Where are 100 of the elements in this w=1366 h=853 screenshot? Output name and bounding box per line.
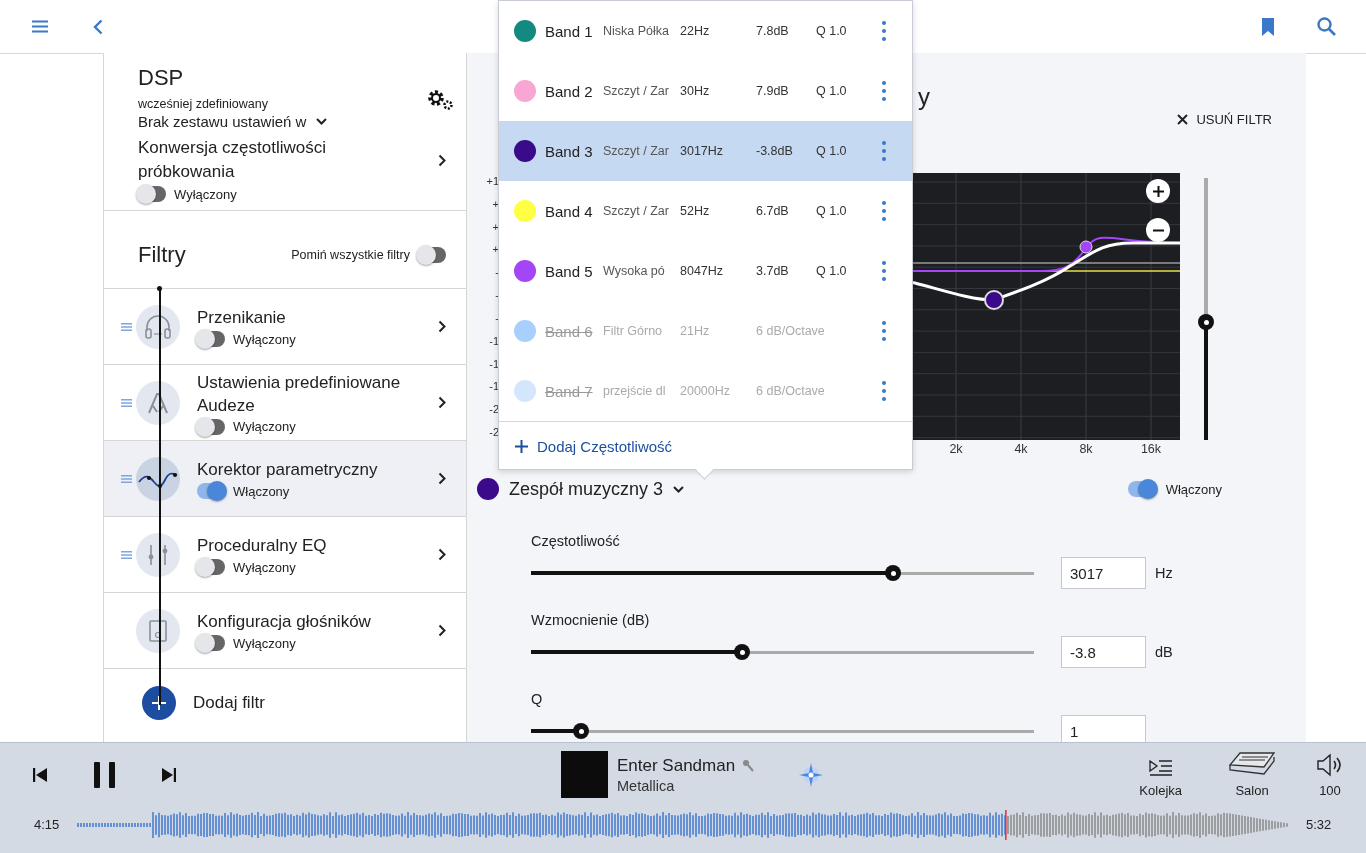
band-gain: 7.9dB [756,84,790,98]
band-name: Band 1 [545,22,594,40]
status-text: Wyłączony [233,419,296,434]
band-selector[interactable]: Zespół muzyczny 3 [477,478,685,500]
chevron-right-icon[interactable] [438,396,446,409]
toggle-switch[interactable] [197,483,225,499]
previous-button[interactable] [33,767,47,782]
search-icon[interactable] [1317,17,1336,36]
filter-icon [136,456,180,501]
band-row[interactable]: Band 2 Szczyt / Zar 30Hz 7.9dB Q 1.0 [499,61,912,121]
status-text: Włączony [1165,481,1222,497]
slider-thumb[interactable] [885,565,902,581]
remove-filter-button[interactable]: USUŃ FILTR [1175,110,1274,129]
status-text: Włączony [233,483,290,499]
toggle-switch[interactable] [197,331,225,347]
toggle-switch[interactable] [418,246,446,263]
band-gain: 6 dB/Octave [756,384,826,398]
chevron-right-icon[interactable] [438,320,446,333]
chevron-right-icon[interactable] [438,472,446,485]
drag-handle-icon[interactable] [121,550,132,559]
filter-item[interactable]: Konfiguracja głośników Wyłączony [104,593,466,669]
band-handle[interactable] [1079,240,1093,254]
band-q: Q 1.0 [816,204,848,218]
filter-icon [136,608,180,653]
zone-button[interactable]: Salon [1228,751,1276,798]
band-name: Band 2 [545,82,594,100]
value-input[interactable]: 1 [1061,715,1146,742]
drag-handle-icon[interactable] [121,322,132,331]
value-input[interactable]: -3.8 [1061,636,1146,668]
add-filter-button[interactable] [142,685,176,720]
toggle-switch[interactable] [138,186,166,202]
filter-item[interactable]: Korektor parametryczny Włączony [104,441,466,517]
band-row[interactable]: Band 5 Wysoka pó 8047Hz 3.7dB Q 1.0 [499,241,912,301]
pause-button[interactable] [94,761,115,788]
toggle-switch[interactable] [197,635,225,651]
chevron-down-icon [673,485,685,493]
slider-thumb[interactable] [573,723,590,739]
slider-thumb[interactable] [734,644,751,660]
parameter-slider[interactable] [531,564,1034,582]
band-row[interactable]: Band 4 Szczyt / Zar 52Hz 6.7dB Q 1.0 [499,181,912,241]
parameter-slider[interactable] [531,643,1034,661]
parameter-label: Wzmocnienie (dB) [531,611,651,630]
filter-name: Konfiguracja głośników [197,611,372,633]
next-button[interactable] [162,767,176,782]
filter-icon [136,380,180,425]
band-frequency: 20000Hz [680,384,732,398]
parameter-slider[interactable] [531,722,1034,740]
add-band-link[interactable]: Dodaj Częstotliwość [537,438,673,455]
chevron-right-icon[interactable] [438,153,446,167]
band-type: Filtr Górno [603,324,664,338]
filter-item[interactable]: Przenikanie Wyłączony [104,289,466,365]
band-type: przejście dl [603,384,667,398]
filter-icon [136,532,180,577]
axis-label: + [492,243,499,256]
filter-name: Proceduralny EQ [197,535,328,557]
toggle-switch[interactable] [197,559,225,575]
filter-name: Ustawienia predefiniowane Audeze [197,371,402,417]
band-row[interactable]: Band 3 Szczyt / Zar 3017Hz -3.8dB Q 1.0 [499,121,912,181]
plus-icon[interactable] [515,440,528,453]
slider-thumb[interactable] [1198,314,1214,331]
value-input[interactable]: 3017 [1061,557,1146,589]
track-title[interactable]: Enter Sandman [617,755,736,776]
parameter-label: Q [531,690,544,709]
section-title: DSP [138,65,185,91]
add-filter-label[interactable]: Dodaj filtr [193,692,265,713]
band-gain: 7.8dB [756,24,790,38]
band-name: Band 7 [545,382,594,400]
status-text: Wyłączony [233,635,296,651]
parameter-label: Częstotliwość [531,532,621,551]
back-icon[interactable] [93,18,103,35]
menu-icon[interactable] [32,20,48,33]
queue-button[interactable]: Kolejka [1139,759,1182,798]
toggle-switch[interactable] [197,418,225,435]
preset-dropdown[interactable]: Brak zestawu ustawień w [138,113,307,130]
artist-name[interactable]: Metallica [617,777,755,794]
chevron-right-icon[interactable] [438,624,446,637]
band-type: Wysoka pó [603,264,666,278]
axis-label: 4k [1014,442,1028,456]
band-name: Band 6 [545,322,594,340]
filter-item[interactable]: Proceduralny EQ Wyłączony [104,517,466,593]
status-text: Wyłączony [233,559,296,575]
toggle-switch[interactable] [1127,481,1156,497]
band-gain: 3.7dB [756,264,790,278]
band-gain: 6 dB/Octave [756,324,826,338]
chevron-right-icon[interactable] [438,548,446,561]
preset-label: wcześniej zdefiniowany [138,97,268,111]
bookmark-icon[interactable] [1262,17,1274,36]
band-frequency: 52Hz [680,204,711,218]
axis-label: -1 [489,357,499,370]
axis-label: - [495,266,499,279]
chevron-down-icon[interactable] [316,118,328,125]
band-frequency: 30Hz [680,84,711,98]
drag-handle-icon[interactable] [121,398,132,407]
volume-button[interactable]: 100 [1316,753,1344,798]
settings-icon[interactable] [426,89,454,111]
status-text: Wyłączony [233,331,296,347]
axis-label: -2 [489,403,499,416]
band-q: Q 1.0 [816,24,848,38]
band-row[interactable]: Band 1 Niska Półka 22Hz 7.8dB Q 1.0 [499,1,912,61]
drag-handle-icon[interactable] [121,474,132,483]
